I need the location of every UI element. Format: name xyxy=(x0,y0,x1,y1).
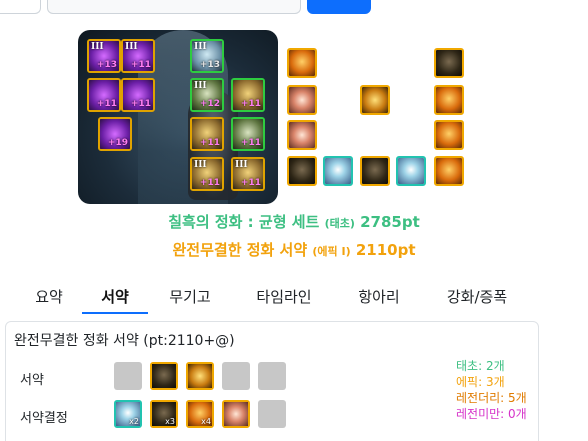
pact-dark-icon xyxy=(152,364,176,388)
pact-flame-icon xyxy=(289,50,315,76)
set-points: 2110pt xyxy=(355,241,416,259)
pact-dark-icon xyxy=(436,50,462,76)
equipment-level: +11 xyxy=(240,99,261,109)
equipment-tier: III xyxy=(194,160,207,170)
pact-slot[interactable] xyxy=(287,156,317,186)
equipment-slot[interactable]: III +11 xyxy=(190,157,224,191)
crystal-count: x2 xyxy=(129,417,139,426)
pact-slot[interactable] xyxy=(434,156,464,186)
equipment-slot[interactable]: III +12 xyxy=(190,78,224,112)
empty-slot[interactable] xyxy=(258,362,286,390)
count-legendary: 레전더리: 5개 xyxy=(456,391,527,405)
tab-jar[interactable]: 항아리 xyxy=(336,280,422,314)
equipment-slot[interactable]: +19 xyxy=(98,117,132,151)
tab-bar: 요약 서약 무기고 타임라인 항아리 강화/증폭 xyxy=(16,280,532,314)
equipment-tier: III xyxy=(194,81,207,91)
equipment-level: +11 xyxy=(130,60,151,70)
set-line-secondary: 완전무결한 정화 서약 (에픽 Ⅰ) 2110pt xyxy=(0,239,588,260)
equipment-slot[interactable]: III +13 xyxy=(190,39,224,73)
pact-gem-icon xyxy=(398,158,424,184)
crystal-slot[interactable]: x4 xyxy=(186,400,214,428)
tab-armory[interactable]: 무기고 xyxy=(148,280,232,314)
pact-row-label: 서약 xyxy=(20,373,44,388)
equipment-slot[interactable]: III +13 xyxy=(87,39,121,73)
pact-slot[interactable] xyxy=(396,156,426,186)
tab-pact[interactable]: 서약 xyxy=(82,280,148,314)
pact-slot[interactable] xyxy=(360,85,390,115)
crystal-crystal-icon xyxy=(224,402,248,426)
equipment-tier: III xyxy=(235,160,248,170)
equipment-level: +13 xyxy=(96,60,117,70)
empty-slot[interactable] xyxy=(114,362,142,390)
equipment-level: +12 xyxy=(199,99,220,109)
crystal-slot[interactable]: x2 xyxy=(114,400,142,428)
equipment-slot[interactable]: III +11 xyxy=(231,157,265,191)
equipment-slot[interactable]: +11 xyxy=(121,78,155,112)
pact-slot[interactable] xyxy=(434,120,464,150)
set-points: 2785pt xyxy=(360,213,420,231)
crystal-slot[interactable] xyxy=(222,400,250,428)
pact-flame-icon xyxy=(436,87,462,113)
pact-slot[interactable] xyxy=(150,362,178,390)
equipment-level: +11 xyxy=(130,99,151,109)
tab-summary[interactable]: 요약 xyxy=(16,280,82,314)
set-grade: (태초) xyxy=(324,217,355,230)
equipment-level: +11 xyxy=(199,178,220,188)
equipment-tier: III xyxy=(91,42,104,52)
equipment-level: +13 xyxy=(199,60,220,70)
equipment-tier: III xyxy=(194,42,207,52)
search-button[interactable] xyxy=(307,0,371,14)
pact-slot[interactable] xyxy=(323,156,353,186)
equipment-slot[interactable]: +11 xyxy=(231,78,265,112)
pact-crystal-icon xyxy=(289,87,315,113)
equipment-level: +11 xyxy=(199,138,220,148)
pact-slot[interactable] xyxy=(434,48,464,78)
character-portrait: III +13 III +11 III +13 +11 +11 III +12 … xyxy=(78,30,278,204)
crystal-count: x4 xyxy=(201,417,211,426)
panel-title: 완전무결한 정화 서약 (pt:2110+@) xyxy=(14,333,235,349)
pact-dark-icon xyxy=(289,158,315,184)
equipment-level: +11 xyxy=(96,99,117,109)
search-input[interactable] xyxy=(47,0,301,14)
pact-dark-icon xyxy=(362,158,388,184)
crystal-slot[interactable]: x3 xyxy=(150,400,178,428)
empty-slot[interactable] xyxy=(222,362,250,390)
pact-rose-icon xyxy=(188,364,212,388)
pact-flame-icon xyxy=(436,122,462,148)
set-grade: (에픽 Ⅰ) xyxy=(312,245,351,258)
pact-info-panel: 완전무결한 정화 서약 (pt:2110+@) 서약 서약결정 x2 x3 x4… xyxy=(5,321,539,441)
equipment-slot[interactable]: +11 xyxy=(87,78,121,112)
crystal-count: x3 xyxy=(165,417,175,426)
crystal-row-label: 서약결정 xyxy=(20,411,68,426)
pact-slot[interactable] xyxy=(360,156,390,186)
pact-flame-icon xyxy=(436,158,462,184)
pact-gem-icon xyxy=(325,158,351,184)
set-name: 칠흑의 정화 : 균형 세트 xyxy=(168,213,320,231)
pact-slot[interactable] xyxy=(287,48,317,78)
empty-slot[interactable] xyxy=(258,400,286,428)
count-epic: 에픽: 3개 xyxy=(456,375,505,389)
pact-slot[interactable] xyxy=(434,85,464,115)
tab-enhance[interactable]: 강화/증폭 xyxy=(422,280,532,314)
equipment-level: +11 xyxy=(240,178,261,188)
grade-count-list: 태초: 2개 에픽: 3개 레전더리: 5개 레전미만: 0개 xyxy=(456,358,527,422)
equipment-level: +11 xyxy=(240,138,261,148)
pact-slot[interactable] xyxy=(186,362,214,390)
pact-slot[interactable] xyxy=(287,85,317,115)
count-primeval: 태초: 2개 xyxy=(456,359,505,373)
equipment-level: +19 xyxy=(107,138,128,148)
equipment-slot[interactable]: III +11 xyxy=(121,39,155,73)
count-below-legendary: 레전미만: 0개 xyxy=(456,407,527,421)
top-select[interactable] xyxy=(0,0,41,14)
equipment-tier: III xyxy=(125,42,138,52)
equipment-slot[interactable]: +11 xyxy=(190,117,224,151)
pact-rose-icon xyxy=(362,87,388,113)
pact-crystal-icon xyxy=(289,122,315,148)
equipment-slot[interactable]: +11 xyxy=(231,117,265,151)
pact-slot[interactable] xyxy=(287,120,317,150)
set-line-primary: 칠흑의 정화 : 균형 세트 (태초) 2785pt xyxy=(0,211,588,232)
set-name: 완전무결한 정화 서약 xyxy=(172,241,308,259)
tab-timeline[interactable]: 타임라인 xyxy=(232,280,336,314)
